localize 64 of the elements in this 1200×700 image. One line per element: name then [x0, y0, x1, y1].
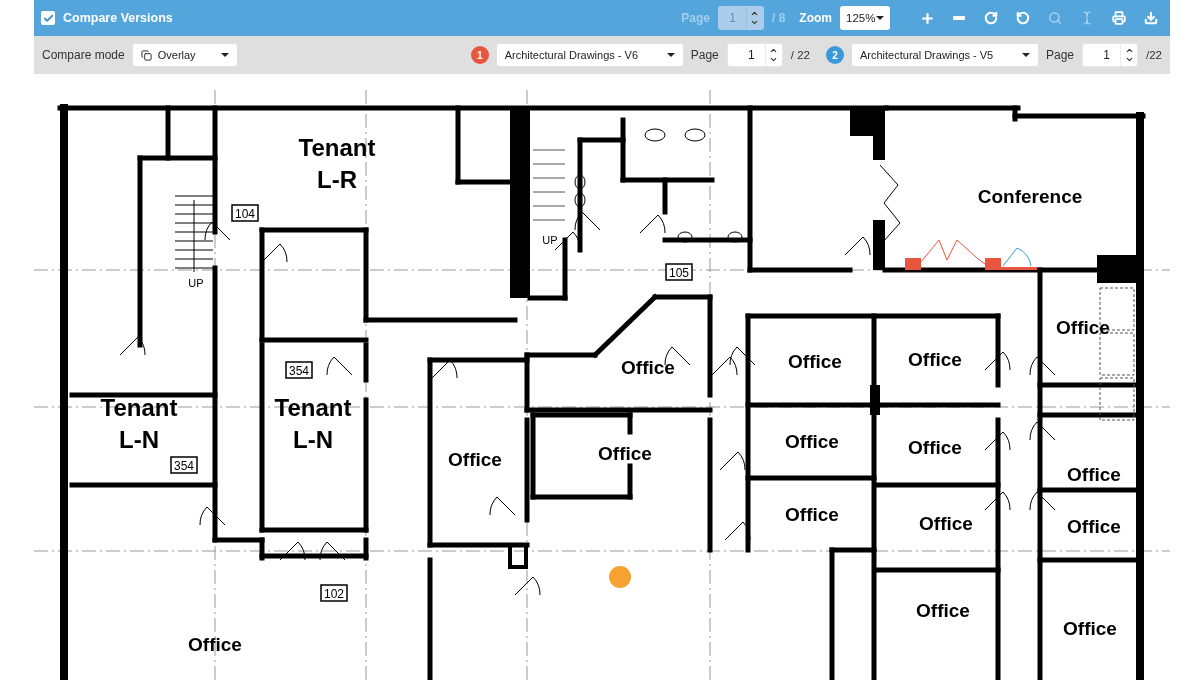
- room-number-tag: 102: [320, 584, 348, 602]
- room-label: Office: [919, 513, 973, 534]
- room-label: Office: [1067, 464, 1121, 485]
- marker-dot[interactable]: [609, 566, 631, 588]
- room-label: Office: [598, 443, 652, 464]
- rotate-left-icon: [1016, 11, 1030, 25]
- document-select[interactable]: Architectural Drawings - V5: [851, 44, 1038, 66]
- rotate-right-icon: [984, 11, 998, 25]
- room-label: Conference: [977, 186, 1083, 207]
- page-label: Page: [681, 11, 710, 25]
- room-label: Office: [1063, 618, 1117, 639]
- zoom-out-icon: [953, 16, 965, 20]
- download-icon: [1144, 11, 1158, 25]
- room-label: Office: [1056, 317, 1110, 338]
- room-label: Office: [188, 634, 242, 655]
- page-label: Page: [1045, 48, 1074, 62]
- room-number-tag: 104: [231, 204, 259, 222]
- room-label: Office: [908, 349, 962, 370]
- page-total: / 22: [790, 49, 810, 61]
- room-label: Tenant L-N: [100, 394, 178, 453]
- compare-mode-label: Compare mode: [42, 48, 125, 62]
- room-label: Office: [908, 437, 962, 458]
- increment-icon[interactable]: [1124, 46, 1134, 55]
- page-input[interactable]: 1: [1082, 43, 1138, 67]
- page-total: /22: [1146, 49, 1162, 61]
- room-label: Office: [448, 449, 502, 470]
- room-label: Office: [785, 504, 839, 525]
- room-number-tag: 354: [285, 361, 313, 379]
- increment-icon[interactable]: [750, 9, 760, 18]
- printer-icon: [1112, 11, 1126, 25]
- overlay-icon: [140, 49, 152, 61]
- version-badge: 2: [825, 46, 844, 64]
- room-label: Office: [785, 431, 839, 452]
- window-title: Compare Versions: [63, 11, 173, 25]
- page-input[interactable]: 1: [726, 43, 783, 67]
- room-label: Office: [788, 351, 842, 372]
- document-select[interactable]: Architectural Drawings - V6: [496, 44, 683, 66]
- print-button[interactable]: [1110, 9, 1128, 27]
- page-total: / 8: [772, 11, 786, 25]
- text-cursor-icon: [1080, 11, 1094, 25]
- rotate-left-button[interactable]: [1014, 9, 1032, 27]
- room-label: Office: [916, 600, 970, 621]
- zoom-label: Zoom: [799, 11, 832, 25]
- stair-label: UP: [188, 277, 204, 289]
- room-label: Office: [621, 357, 675, 378]
- zoom-select[interactable]: 125%: [840, 6, 890, 30]
- checkbox[interactable]: [41, 11, 55, 25]
- compare-mode-select[interactable]: Overlay: [132, 44, 237, 66]
- room-number-tag: 354: [170, 456, 198, 474]
- room-number-tag: 105: [665, 263, 693, 281]
- decrement-icon[interactable]: [1124, 55, 1134, 64]
- room-label: Tenant L-N: [274, 394, 352, 453]
- decrement-icon[interactable]: [750, 18, 760, 27]
- version-badge: 1: [470, 46, 489, 64]
- rotate-right-button[interactable]: [982, 9, 1000, 27]
- room-label: Office: [1067, 516, 1121, 537]
- zoom-in-icon: [919, 10, 935, 26]
- download-button[interactable]: [1142, 9, 1160, 27]
- search-icon: [1048, 11, 1062, 25]
- stair-label: UP: [542, 234, 558, 246]
- increment-icon[interactable]: [769, 46, 779, 55]
- decrement-icon[interactable]: [769, 55, 779, 64]
- room-label: Tenant L-R: [298, 134, 376, 193]
- page-label: Page: [690, 48, 719, 62]
